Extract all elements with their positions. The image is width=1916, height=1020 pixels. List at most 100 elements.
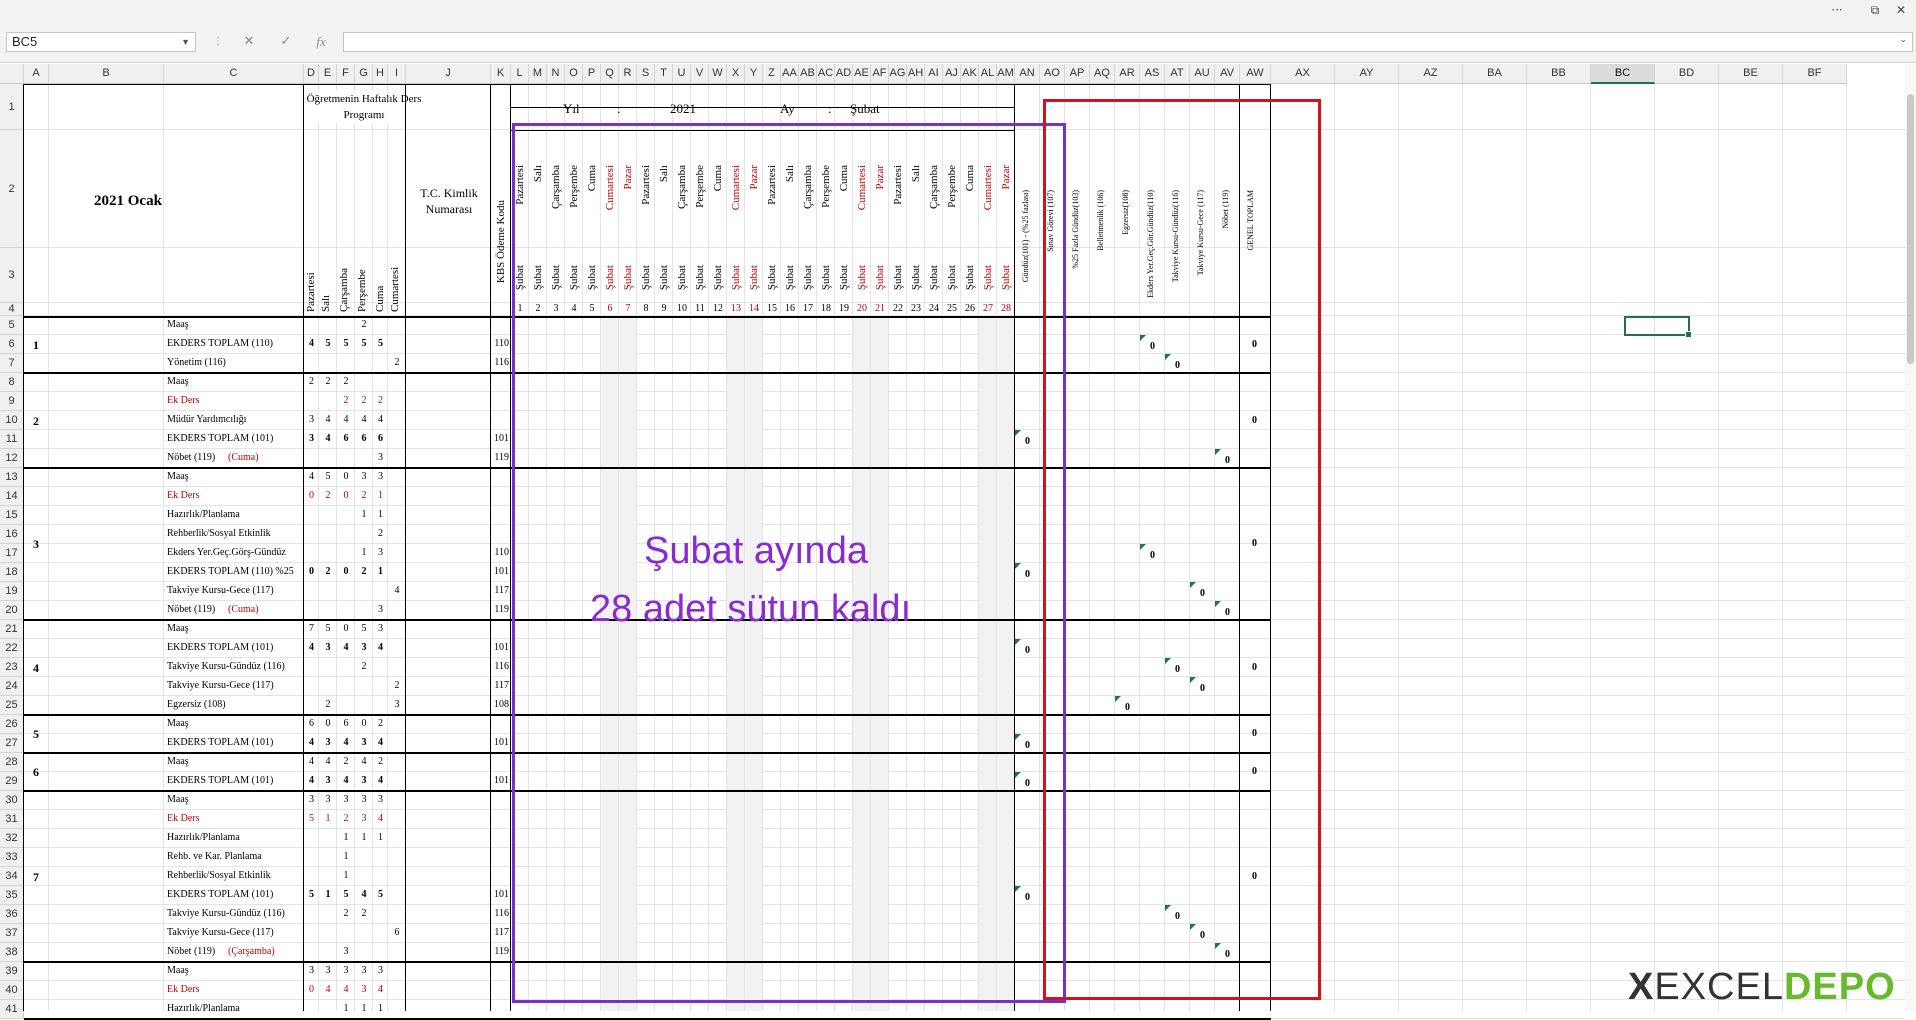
column-header-q[interactable]: Q [601,64,619,84]
row-header-24[interactable]: 24 [0,677,24,696]
schedule-cell[interactable]: 4 [337,772,355,790]
schedule-cell[interactable]: 2 [373,753,388,771]
row-header-18[interactable]: 18 [0,563,24,582]
schedule-cell[interactable]: 4 [337,639,355,657]
scrollbar-thumb[interactable] [1907,94,1914,364]
column-header-ae[interactable]: AE [853,64,871,84]
schedule-cell[interactable]: 4 [355,753,373,771]
schedule-cell[interactable]: 6 [373,430,388,448]
kbs-code-cell[interactable]: 117 [491,582,509,600]
row-header-33[interactable]: 33 [0,848,24,867]
column-header-bc[interactable]: BC [1591,64,1655,84]
kbs-code-cell[interactable]: 117 [491,677,509,695]
schedule-cell[interactable]: 4 [304,335,319,353]
kbs-code-cell[interactable]: 116 [491,354,509,372]
column-header-x[interactable]: X [727,64,745,84]
row-header-7[interactable]: 7 [0,354,24,373]
column-header-y[interactable]: Y [745,64,763,84]
schedule-cell[interactable]: 2 [337,753,355,771]
schedule-cell[interactable]: 1 [373,829,388,847]
schedule-cell[interactable]: 3 [355,791,373,809]
schedule-cell[interactable]: 7 [304,620,319,638]
schedule-cell[interactable]: 1 [355,544,373,562]
row-header-37[interactable]: 37 [0,924,24,943]
row-header-3[interactable]: 3 [0,248,24,303]
schedule-cell[interactable]: 3 [304,411,319,429]
schedule-cell[interactable]: 4 [373,981,388,999]
row-header-6[interactable]: 6 [0,335,24,354]
row-header-39[interactable]: 39 [0,962,24,981]
schedule-cell[interactable]: 1 [355,506,373,524]
kbs-code-cell[interactable]: 119 [491,449,509,467]
kbs-code-cell[interactable]: 101 [491,639,509,657]
column-header-ap[interactable]: AP [1065,64,1090,84]
column-header-ah[interactable]: AH [907,64,925,84]
schedule-cell[interactable]: 6 [304,715,319,733]
schedule-cell[interactable]: 0 [319,715,337,733]
kbs-code-cell[interactable]: 110 [491,544,509,562]
schedule-cell[interactable]: 1 [337,1000,355,1018]
kbs-code-cell[interactable]: 101 [491,886,509,904]
schedule-cell[interactable]: 3 [373,468,388,486]
schedule-cell[interactable]: 4 [337,734,355,752]
row-header-23[interactable]: 23 [0,658,24,677]
column-header-h[interactable]: H [373,64,388,84]
kbs-code-cell[interactable]: 119 [491,943,509,961]
schedule-cell[interactable]: 2 [355,563,373,581]
schedule-cell[interactable]: 2 [388,677,406,695]
close-window-button[interactable]: ✕ [1886,0,1916,22]
schedule-cell[interactable]: 3 [319,639,337,657]
schedule-cell[interactable]: 2 [388,354,406,372]
schedule-cell[interactable]: 3 [355,962,373,980]
column-header-l[interactable]: L [511,64,529,84]
schedule-cell[interactable]: 4 [304,639,319,657]
schedule-cell[interactable]: 2 [355,316,373,334]
schedule-cell[interactable]: 5 [337,886,355,904]
schedule-cell[interactable]: 2 [337,392,355,410]
column-header-af[interactable]: AF [871,64,889,84]
schedule-cell[interactable]: 4 [319,981,337,999]
schedule-cell[interactable]: 4 [388,582,406,600]
schedule-cell[interactable]: 1 [355,1000,373,1018]
row-header-9[interactable]: 9 [0,392,24,411]
schedule-cell[interactable]: 2 [355,658,373,676]
schedule-cell[interactable]: 2 [355,487,373,505]
schedule-cell[interactable]: 3 [319,734,337,752]
column-header-ak[interactable]: AK [961,64,979,84]
column-header-r[interactable]: R [619,64,637,84]
column-header-au[interactable]: AU [1190,64,1215,84]
column-header-f[interactable]: F [337,64,355,84]
row-header-38[interactable]: 38 [0,943,24,962]
kbs-code-cell[interactable]: 101 [491,772,509,790]
schedule-cell[interactable]: 0 [337,620,355,638]
chevron-down-icon[interactable]: ▼ [181,33,190,51]
column-header-ar[interactable]: AR [1115,64,1140,84]
row-header-14[interactable]: 14 [0,487,24,506]
schedule-cell[interactable]: 2 [355,905,373,923]
column-header-o[interactable]: O [565,64,583,84]
column-header-b[interactable]: B [49,64,164,84]
schedule-cell[interactable]: 1 [373,1000,388,1018]
kbs-code-cell[interactable]: 108 [491,696,509,714]
row-header-28[interactable]: 28 [0,753,24,772]
column-header-s[interactable]: S [637,64,655,84]
column-header-p[interactable]: P [583,64,601,84]
row-header-19[interactable]: 19 [0,582,24,601]
schedule-cell[interactable]: 5 [304,886,319,904]
row-header-31[interactable]: 31 [0,810,24,829]
schedule-cell[interactable]: 2 [304,373,319,391]
select-all-corner[interactable] [0,64,24,84]
schedule-cell[interactable]: 2 [319,373,337,391]
row-header-40[interactable]: 40 [0,981,24,1000]
schedule-cell[interactable]: 0 [304,563,319,581]
column-header-ao[interactable]: AO [1040,64,1065,84]
column-header-i[interactable]: I [388,64,406,84]
row-header-2[interactable]: 2 [0,130,24,248]
schedule-cell[interactable]: 3 [304,430,319,448]
column-header-v[interactable]: V [691,64,709,84]
row-header-36[interactable]: 36 [0,905,24,924]
column-header-ai[interactable]: AI [925,64,943,84]
row-header-26[interactable]: 26 [0,715,24,734]
schedule-cell[interactable]: 2 [319,563,337,581]
schedule-cell[interactable]: 5 [304,810,319,828]
